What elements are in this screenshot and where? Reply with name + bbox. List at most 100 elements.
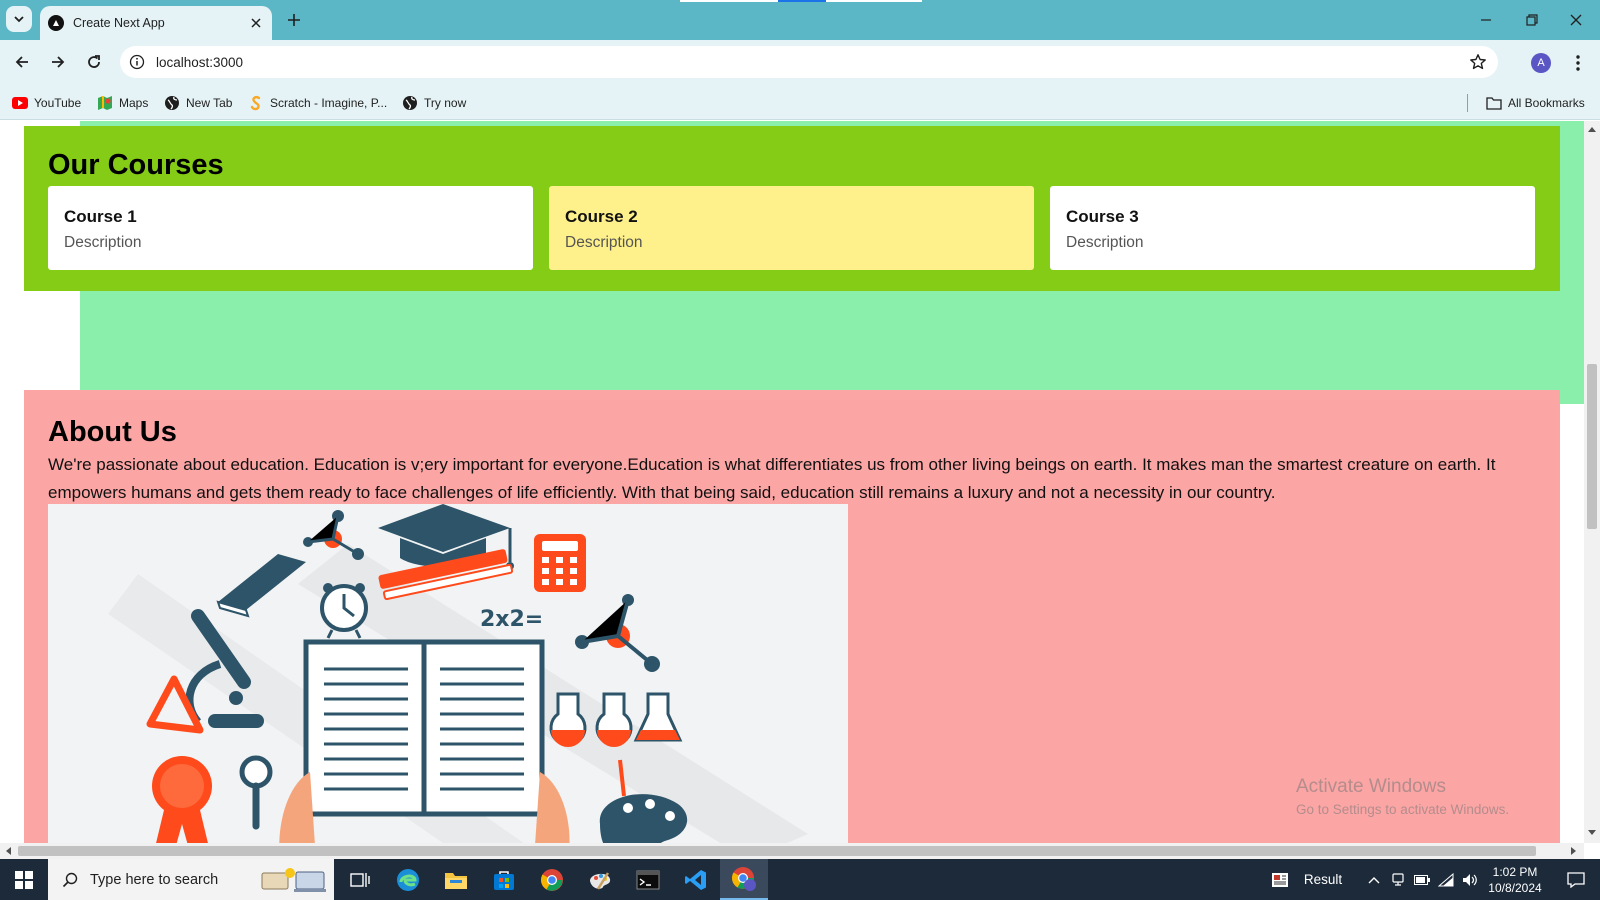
edge-icon — [397, 868, 419, 891]
course-description: Description — [565, 234, 643, 251]
more-vertical-icon — [1576, 55, 1580, 71]
scroll-left-arrow-icon[interactable] — [2, 845, 14, 857]
browser-tab[interactable]: Create Next App — [40, 6, 272, 40]
paint-icon — [590, 871, 611, 890]
course-card-2[interactable]: Course 2 Description — [549, 186, 1034, 270]
bookmark-label: YouTube — [34, 96, 82, 110]
bookmark-youtube[interactable]: YouTube — [12, 92, 81, 114]
tray-result-label[interactable]: Result — [1300, 859, 1346, 900]
search-placeholder: Type here to search — [90, 871, 219, 888]
start-button[interactable] — [0, 859, 48, 900]
windows-logo-icon — [15, 870, 33, 889]
globe-icon — [402, 95, 418, 111]
course-title: Course 3 — [1066, 207, 1139, 226]
screen: Create Next App localhost:3000 A YouTube… — [0, 0, 1600, 900]
new-tab-button[interactable] — [282, 8, 306, 32]
address-bar[interactable]: localhost:3000 — [120, 46, 1498, 78]
meet-now-icon[interactable] — [1388, 859, 1408, 900]
arrow-right-icon — [52, 56, 65, 68]
course-description: Description — [64, 234, 142, 251]
clock-time: 1:02 PM — [1492, 865, 1538, 879]
tab-strip-indicator — [680, 0, 778, 2]
bookmarks-bar: YouTube Maps New Tab Scratch - Imagine, … — [0, 86, 1600, 120]
battery-icon[interactable] — [1412, 859, 1432, 900]
course-card-3[interactable]: Course 3 Description — [1050, 186, 1535, 270]
tab-strip-indicator-active — [778, 0, 826, 2]
reload-button[interactable] — [80, 48, 108, 76]
taskbar-terminal[interactable] — [624, 859, 672, 900]
bookmark-maps[interactable]: Maps — [97, 92, 148, 114]
restore-button[interactable] — [1518, 8, 1546, 32]
plus-icon — [288, 14, 300, 26]
minimize-button[interactable] — [1472, 8, 1500, 32]
horizontal-scrollbar[interactable] — [0, 843, 1584, 859]
close-icon[interactable] — [246, 13, 266, 33]
wifi-icon[interactable] — [1436, 859, 1456, 900]
taskbar-store[interactable] — [480, 859, 528, 900]
taskbar-chrome-active[interactable] — [720, 859, 768, 900]
chrome-profile-icon — [732, 866, 756, 891]
about-heading: About Us — [48, 416, 177, 448]
close-window-button[interactable] — [1562, 8, 1590, 32]
taskbar-search-box[interactable]: Type here to search — [48, 859, 334, 900]
profile-avatar[interactable]: A — [1531, 53, 1551, 73]
bookmark-try-now[interactable]: Try now — [402, 92, 466, 114]
minimize-icon — [1481, 19, 1491, 21]
page-viewport: Our Courses Course 1 Description Course … — [0, 121, 1584, 843]
bookmark-label: New Tab — [186, 96, 233, 110]
tab-search-button[interactable] — [6, 6, 32, 32]
folder-icon — [445, 872, 467, 889]
youtube-icon — [12, 95, 28, 111]
scratch-icon — [248, 95, 264, 111]
bookmark-label: All Bookmarks — [1508, 96, 1585, 110]
tray-news-icon[interactable] — [1268, 859, 1292, 900]
all-bookmarks-button[interactable]: All Bookmarks — [1486, 92, 1585, 114]
task-view-button[interactable] — [336, 859, 384, 900]
browser-tab-bar: Create Next App — [0, 0, 1600, 40]
chevron-down-icon — [14, 16, 24, 23]
search-icon — [62, 872, 78, 887]
tab-strip-indicator — [826, 0, 922, 2]
taskbar-file-explorer[interactable] — [432, 859, 480, 900]
vertical-scrollbar[interactable] — [1584, 121, 1600, 843]
course-list: Course 1 Description Course 2 Descriptio… — [48, 186, 1536, 270]
site-info-icon[interactable] — [122, 47, 152, 77]
search-highlight-icon — [261, 868, 326, 892]
back-button[interactable] — [8, 48, 36, 76]
vscode-icon — [685, 869, 706, 890]
scroll-right-arrow-icon[interactable] — [1568, 845, 1580, 857]
horizontal-scroll-thumb[interactable] — [18, 846, 1536, 856]
bookmark-label: Scratch - Imagine, P... — [270, 96, 388, 110]
reload-icon — [88, 55, 100, 68]
activate-windows-watermark: Activate Windows Go to Settings to activ… — [1296, 776, 1509, 817]
course-card-1[interactable]: Course 1 Description — [48, 186, 533, 270]
terminal-icon — [636, 870, 660, 889]
vertical-scroll-thumb[interactable] — [1587, 364, 1597, 529]
taskbar-chrome[interactable] — [528, 859, 576, 900]
course-title: Course 1 — [64, 207, 137, 226]
folder-icon — [1486, 95, 1502, 111]
taskbar-vscode[interactable] — [672, 859, 720, 900]
courses-section: Our Courses Course 1 Description Course … — [24, 126, 1560, 291]
taskbar-edge[interactable] — [384, 859, 432, 900]
browser-menu-button[interactable] — [1566, 50, 1590, 76]
course-description: Description — [1066, 234, 1144, 251]
clock-date: 10/8/2024 — [1488, 881, 1542, 895]
taskbar-clock[interactable]: 1:02 PM 10/8/2024 — [1480, 864, 1550, 896]
taskbar-paint[interactable] — [576, 859, 624, 900]
task-view-icon — [350, 872, 370, 887]
scroll-down-arrow-icon[interactable] — [1586, 827, 1598, 839]
watermark-line-1: Activate Windows — [1296, 776, 1446, 797]
arrow-left-icon — [15, 56, 28, 68]
bookmark-new-tab[interactable]: New Tab — [164, 92, 232, 114]
bookmarks-separator — [1467, 94, 1468, 112]
chevron-up-icon[interactable] — [1364, 859, 1384, 900]
bookmark-scratch[interactable]: Scratch - Imagine, P... — [248, 92, 387, 114]
courses-heading: Our Courses — [48, 149, 224, 181]
scroll-up-arrow-icon[interactable] — [1586, 123, 1598, 135]
volume-icon[interactable] — [1460, 859, 1480, 900]
bookmark-star-icon[interactable] — [1464, 48, 1492, 76]
tab-title: Create Next App — [73, 16, 165, 30]
notifications-icon[interactable] — [1556, 859, 1596, 900]
forward-button[interactable] — [44, 48, 72, 76]
